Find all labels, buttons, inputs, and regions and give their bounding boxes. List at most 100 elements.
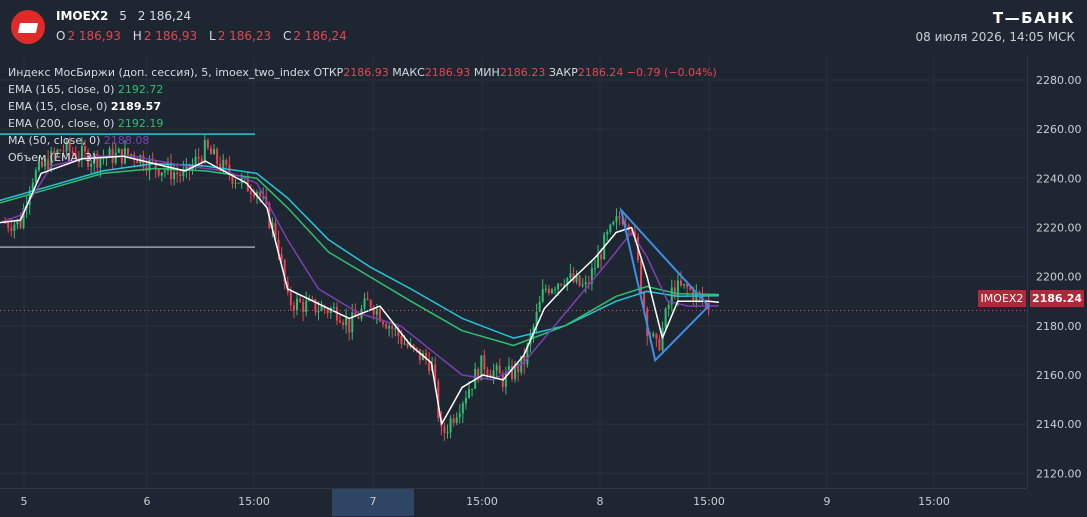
candle-body (486, 369, 489, 375)
candle-body (461, 403, 464, 414)
candle-body (163, 170, 166, 173)
legend-main-row[interactable]: Индекс МосБиржи (доп. сессия), 5, imoex_… (8, 64, 717, 81)
legend-close-label: ЗАКР (548, 66, 578, 79)
candle-body (600, 254, 603, 260)
candle-body (299, 298, 302, 303)
candle-body (679, 280, 682, 286)
candle-body (332, 307, 335, 309)
candle-body (357, 317, 360, 319)
candle-body (176, 172, 179, 175)
candle-body (464, 397, 467, 404)
candle-body (252, 194, 255, 197)
candle-body (335, 307, 338, 321)
candle-body (578, 275, 581, 286)
legend-change: −0.79 (−0.04%) (626, 66, 717, 79)
candle-body (593, 268, 596, 270)
price-axis[interactable] (1027, 56, 1087, 488)
candle-body (234, 182, 237, 184)
candle-body (388, 326, 391, 329)
candle-body (658, 338, 661, 351)
candle-body (345, 318, 348, 326)
candle-body (554, 289, 557, 291)
candle-body (292, 305, 295, 311)
candle-body (683, 283, 686, 286)
candle-body (468, 389, 471, 398)
candle-body (348, 318, 351, 333)
candle-body (541, 288, 544, 302)
candle-body (351, 312, 354, 333)
chart-legend: Индекс МосБиржи (доп. сессия), 5, imoex_… (8, 64, 717, 166)
candle-body (157, 169, 160, 176)
legend-volume-row[interactable]: Объем (EMA, 3) (8, 149, 717, 166)
candle-body (237, 182, 240, 184)
legend-low-value: 2186.23 (499, 66, 546, 79)
candle-body (547, 288, 550, 294)
legend-open-value: 2186.93 (343, 66, 389, 79)
candle-body (381, 321, 384, 325)
candle-body (498, 365, 501, 374)
candle-body (550, 289, 553, 294)
candle-body (249, 191, 252, 195)
time-axis[interactable] (0, 488, 1027, 517)
candle-body (449, 418, 452, 433)
legend-ma50-value: 2188.08 (103, 134, 150, 147)
legend-open-label: ОТКР (313, 66, 344, 79)
legend-ema15-value: 2189.57 (110, 100, 161, 113)
legend-ema200-label: EMA (200, close, 0) (8, 117, 115, 130)
candle-body (597, 254, 600, 269)
candle-body (471, 388, 474, 390)
candle-body (394, 328, 397, 330)
candle-body (342, 322, 345, 326)
candle-body (363, 298, 366, 309)
candle-body (618, 216, 621, 219)
price-badge-symbol: IMOEX2 (978, 290, 1026, 307)
candle-body (584, 282, 587, 285)
price-badge-value: 2186.24 (1030, 290, 1084, 307)
candle-body (366, 298, 369, 301)
candle-body (280, 253, 283, 260)
candle-body (10, 227, 13, 231)
candle-body (173, 172, 176, 179)
candle-body (305, 300, 308, 312)
candle-body (560, 283, 563, 286)
candle-body (544, 288, 547, 290)
ema200-line (0, 162, 719, 339)
legend-close-value: 2186.24 (577, 66, 624, 79)
ema15-line (0, 155, 719, 425)
legend-main-title: Индекс МосБиржи (доп. сессия), 5, imoex_… (8, 66, 310, 79)
candle-body (400, 336, 403, 344)
candle-body (338, 320, 341, 323)
legend-ma50-row[interactable]: MA (50, close, 0) 2188.08 (8, 132, 717, 149)
candle-body (667, 304, 670, 309)
legend-ema200-row[interactable]: EMA (200, close, 0) 2192.19 (8, 115, 717, 132)
legend-high-label: МАКС (392, 66, 425, 79)
candle-body (7, 222, 10, 228)
candle-body (455, 417, 458, 423)
legend-ema165-label: EMA (165, close, 0) (8, 83, 115, 96)
candle-body (317, 310, 320, 313)
candle-body (289, 292, 292, 306)
ma50-line (0, 155, 719, 381)
legend-ma50-label: MA (50, close, 0) (8, 134, 101, 147)
candle-body (615, 216, 618, 222)
candle-body (452, 418, 455, 423)
legend-ema165-row[interactable]: EMA (165, close, 0) 2192.72 (8, 81, 717, 98)
legend-ema200-value: 2192.19 (117, 117, 164, 130)
candle-body (664, 308, 667, 328)
candle-body (391, 326, 394, 329)
candle-body (34, 170, 37, 183)
candle-body (612, 221, 615, 225)
legend-volume-label: Объем (EMA, 3) (8, 151, 97, 164)
candle-body (406, 343, 409, 347)
legend-ema15-row[interactable]: EMA (15, close, 0) 2189.57 (8, 98, 717, 115)
candle-body (557, 283, 560, 290)
candle-body (302, 302, 305, 312)
candle-body (483, 355, 486, 370)
legend-ema15-label: EMA (15, close, 0) (8, 100, 108, 113)
candle-body (655, 333, 658, 339)
candle-body (569, 273, 572, 278)
candle-body (443, 426, 446, 434)
candle-body (259, 191, 262, 197)
candle-body (385, 324, 388, 329)
candle-body (492, 370, 495, 378)
